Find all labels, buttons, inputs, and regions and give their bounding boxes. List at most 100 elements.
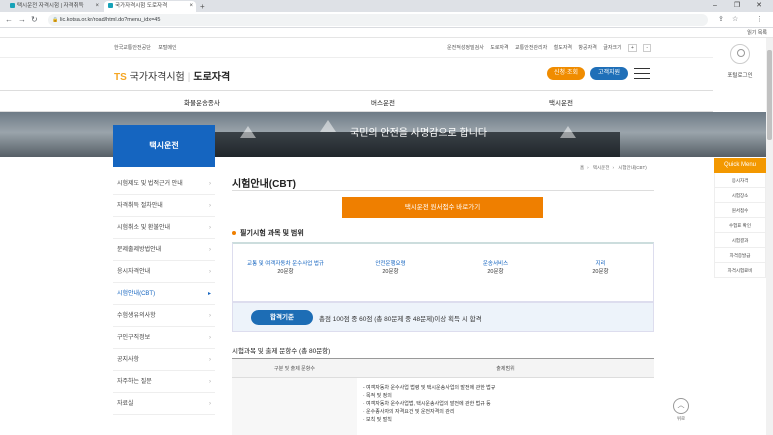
util-link[interactable]: 항공자격 bbox=[578, 45, 596, 51]
nav-item-bus[interactable]: 버스운전 bbox=[371, 97, 395, 107]
chevron-right-icon: › bbox=[209, 181, 211, 187]
breadcrumb-item[interactable]: 택시운전 bbox=[593, 165, 610, 170]
side-menu-item[interactable]: 자주하는 질문 › bbox=[113, 371, 215, 393]
section-title: 시험과목 및 출제 문항수 (총 80문항) bbox=[232, 348, 331, 355]
nav-item-taxi[interactable]: 택시운전 bbox=[549, 97, 573, 107]
scroll-top-button[interactable]: ︿ bbox=[673, 398, 689, 414]
reading-list[interactable]: 읽기 목록 bbox=[747, 28, 767, 38]
close-tab-icon[interactable]: × bbox=[95, 1, 99, 12]
new-tab-button[interactable]: + bbox=[200, 1, 205, 12]
hamburger-menu-icon[interactable] bbox=[634, 68, 650, 79]
section-title: 필기시험 과목 및 범위 bbox=[232, 228, 304, 238]
side-menu-item[interactable]: 시험제도 및 법적근거 안내 › bbox=[113, 173, 215, 195]
chevron-right-icon: › bbox=[209, 313, 211, 319]
reload-icon[interactable]: ↻ bbox=[31, 13, 38, 27]
share-icon[interactable]: ⇪ bbox=[718, 14, 724, 26]
quick-menu-item[interactable]: 자격증발급 bbox=[714, 248, 766, 263]
side-menu-item[interactable]: 문제출제방법안내 › bbox=[113, 239, 215, 261]
subjects-table: 구분 및 출제 문항수 출제범위 - 여객자동차 운수사업 법령 및 택시운송사… bbox=[232, 358, 654, 435]
window-close-icon[interactable]: ✕ bbox=[751, 0, 767, 12]
menu-dots-icon[interactable]: ⋮ bbox=[756, 14, 763, 26]
quick-menu-item[interactable]: 자격시험료비 bbox=[714, 263, 766, 278]
browser-tab-active[interactable]: 국가자격시험 도로자격 × bbox=[104, 1, 196, 12]
font-plus-button[interactable]: + bbox=[628, 44, 637, 52]
side-menu-item[interactable]: 구인구직정보 › bbox=[113, 327, 215, 349]
tab-label: 택시운전 자격시험 | 자격취득 bbox=[17, 3, 84, 9]
side-menu-item[interactable]: 자료실 › bbox=[113, 393, 215, 415]
scroll-top-label: 위로 bbox=[676, 416, 686, 421]
bookmark-star-icon[interactable]: ☆ bbox=[732, 14, 738, 26]
favicon-icon bbox=[10, 3, 15, 9]
quick-menu-item[interactable]: 응시자격 bbox=[714, 173, 766, 188]
chevron-right-icon: › bbox=[209, 335, 211, 341]
nav-item-cargo[interactable]: 화물운송종사 bbox=[184, 97, 220, 107]
util-link[interactable]: 운전적성정밀검사 bbox=[447, 45, 484, 51]
utility-bar: 한국교통안전공단 포털메인 운전적성정밀검사 도로자격 교통안전관리자 철도자격… bbox=[0, 38, 713, 58]
pass-criteria-badge: 합격기준 bbox=[251, 310, 313, 325]
subjects-box: 교통 및 여객자동차 운수사업 법규 20문항 안전운행요령 20문항 운송서비스 2… bbox=[232, 242, 654, 302]
pass-criteria-text: 총점 100점 중 60점 (총 80문제 중 48문제)이상 획득 시 합격 bbox=[319, 316, 482, 323]
chevron-right-icon: › bbox=[209, 247, 211, 253]
bookmarks-bar: 읽기 목록 bbox=[0, 28, 773, 38]
side-menu-item[interactable]: 시험취소 및 환불안내 › bbox=[113, 217, 215, 239]
font-size-label: 글자크기 bbox=[603, 45, 622, 51]
banner-slogan: 국민의 안전을 사명감으로 합니다 bbox=[350, 128, 488, 139]
browser-tab[interactable]: 택시운전 자격시험 | 자격취득 × bbox=[6, 1, 102, 12]
back-icon[interactable]: ← bbox=[5, 13, 13, 27]
user-avatar-icon bbox=[730, 44, 750, 64]
subject-item: 교통 및 여객자동차 운수사업 법규 20문항 bbox=[247, 261, 324, 275]
quick-menu: Quick Menu 응시자격 시험장소 원서접수 수험표 확인 시험결과 자격… bbox=[714, 158, 766, 278]
portal-login[interactable]: 포털로그인 bbox=[714, 38, 766, 90]
breadcrumb-current: 시험안내(CBT) bbox=[618, 165, 647, 170]
util-link[interactable]: 교통안전관리자 bbox=[515, 45, 547, 51]
util-link[interactable]: 철도자격 bbox=[554, 45, 572, 51]
url-text: lic.kotsa.or.kr/road/html.do?menu_idx=45 bbox=[60, 17, 161, 23]
scrollbar-thumb[interactable] bbox=[767, 50, 772, 140]
chevron-right-icon: ▸ bbox=[207, 291, 211, 297]
side-menu: 시험제도 및 법적근거 안내 › 자격취득 절차안내 › 시험취소 및 환불안내 › … bbox=[113, 173, 215, 415]
chevron-right-icon: › bbox=[209, 357, 211, 363]
chevron-right-icon: › bbox=[209, 225, 211, 231]
quick-menu-title: Quick Menu bbox=[714, 158, 766, 173]
banner-deco-shape bbox=[240, 126, 256, 138]
forward-icon[interactable]: → bbox=[18, 13, 26, 27]
table-header: 구분 및 출제 문항수 출제범위 bbox=[232, 358, 654, 378]
quick-menu-item[interactable]: 원서접수 bbox=[714, 203, 766, 218]
site-logo[interactable]: TS 국가자격시험 | 도로자격 bbox=[114, 68, 230, 83]
apply-lookup-button[interactable]: 신청·조회 bbox=[547, 67, 585, 80]
side-menu-item[interactable]: 응시자격안내 › bbox=[113, 261, 215, 283]
quick-menu-item[interactable]: 수험표 확인 bbox=[714, 218, 766, 233]
chevron-right-icon: › bbox=[209, 379, 211, 385]
quick-menu-item[interactable]: 시험결과 bbox=[714, 233, 766, 248]
side-menu-item[interactable]: 공지사항 › bbox=[113, 349, 215, 371]
side-menu-item[interactable]: 자격취득 절차안내 › bbox=[113, 195, 215, 217]
customer-support-button[interactable]: 고객지원 bbox=[590, 67, 628, 80]
pass-criteria-box: 합격기준 총점 100점 중 60점 (총 80문제 중 48문제)이상 획득 … bbox=[232, 302, 654, 332]
maximize-icon[interactable]: ❐ bbox=[729, 0, 745, 12]
banner-deco-shape bbox=[560, 126, 576, 138]
close-tab-icon[interactable]: × bbox=[189, 1, 193, 12]
minimize-icon[interactable]: – bbox=[707, 0, 723, 12]
table-row: - 여객자동차 운수사업 법령 및 택시운송사업의 발전에 관한 법규 · 목적… bbox=[232, 378, 654, 435]
side-menu-item-active[interactable]: 시험안내(CBT) ▸ bbox=[113, 283, 215, 305]
subject-item: 안전운행요령 20문항 bbox=[375, 261, 406, 275]
chevron-up-icon: ︿ bbox=[677, 402, 685, 409]
page-scrollbar[interactable] bbox=[766, 38, 773, 435]
subject-item: 지리 20문항 bbox=[592, 261, 609, 275]
portal-login-label: 포털로그인 bbox=[727, 73, 753, 79]
home-link[interactable]: 홈 bbox=[580, 165, 584, 170]
site-header: TS 국가자격시험 | 도로자격 신청·조회 고객지원 bbox=[0, 58, 713, 90]
lock-icon: 🔒 bbox=[52, 17, 59, 23]
util-link-portal[interactable]: 포털메인 bbox=[158, 45, 176, 51]
font-minus-button[interactable]: - bbox=[643, 44, 651, 52]
quick-menu-item[interactable]: 시험장소 bbox=[714, 188, 766, 203]
tab-label: 국가자격시험 도로자격 bbox=[115, 3, 168, 9]
favicon-icon bbox=[108, 3, 113, 9]
subject-item: 운송서비스 20문항 bbox=[482, 261, 509, 275]
side-menu-item[interactable]: 수험생유의사항 › bbox=[113, 305, 215, 327]
util-link[interactable]: 도로자격 bbox=[490, 45, 508, 51]
util-link-kotsa[interactable]: 한국교통안전공단 bbox=[114, 45, 151, 51]
apply-application-button[interactable]: 택시운전 원서접수 바로가기 bbox=[342, 197, 543, 218]
main-nav: 화물운송종사 버스운전 택시운전 bbox=[0, 90, 713, 112]
url-input[interactable]: 🔒 lic.kotsa.or.kr/road/html.do?menu_idx=… bbox=[48, 14, 708, 26]
